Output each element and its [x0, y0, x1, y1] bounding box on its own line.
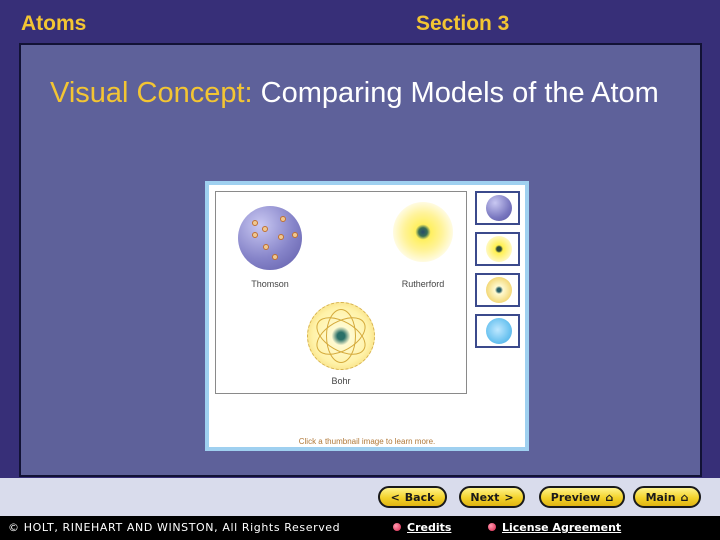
chevron-left-icon: < — [390, 490, 400, 504]
home-icon: ⌂ — [680, 490, 689, 504]
slide-panel: Visual Concept: Comparing Models of the … — [19, 43, 702, 477]
atom-models-viewer: Thomson Rutherford Bohr Click a thumbnai… — [205, 181, 529, 451]
hint-text: Click a thumbnail image to learn more. — [298, 437, 436, 446]
bullet-icon — [488, 523, 496, 531]
copyright-text: © HOLT, RINEHART AND WINSTON, All Rights… — [8, 521, 341, 534]
main-label: Main — [645, 490, 676, 504]
thumbnail-list — [475, 191, 521, 355]
license-label: License Agreement — [502, 521, 622, 534]
title-prefix: Visual Concept: — [50, 77, 253, 109]
rutherford-thumb-icon — [486, 236, 512, 262]
chapter-title: Atoms — [21, 12, 87, 35]
electron-cloud-thumb-icon — [486, 318, 512, 344]
section-title: Section 3 — [416, 12, 510, 35]
next-button[interactable]: Next > — [459, 486, 525, 508]
slide-title: Visual Concept: Comparing Models of the … — [50, 75, 680, 112]
thomson-thumb-icon — [486, 195, 512, 221]
rutherford-atom-icon — [393, 202, 453, 262]
thumbnail-rutherford[interactable] — [475, 232, 520, 266]
model-stage: Thomson Rutherford Bohr — [215, 191, 467, 394]
navigation-bar: < Back Next > Preview ⌂ Main ⌂ — [0, 478, 720, 516]
thomson-label: Thomson — [251, 279, 289, 289]
home-icon: ⌂ — [605, 490, 614, 504]
next-label: Next — [470, 490, 500, 504]
thumbnail-electron-cloud[interactable] — [475, 314, 520, 348]
chevron-right-icon: > — [504, 490, 514, 504]
main-button[interactable]: Main ⌂ — [633, 486, 701, 508]
bohr-thumb-icon — [486, 277, 512, 303]
thumbnail-bohr[interactable] — [475, 273, 520, 307]
footer: © HOLT, RINEHART AND WINSTON, All Rights… — [0, 516, 720, 540]
bullet-icon — [393, 523, 401, 531]
license-agreement-link[interactable]: License Agreement — [488, 521, 621, 534]
preview-label: Preview — [550, 490, 601, 504]
back-label: Back — [404, 490, 435, 504]
title-text: Comparing Models of the Atom — [260, 77, 659, 109]
back-button[interactable]: < Back — [378, 486, 447, 508]
credits-label: Credits — [407, 521, 452, 534]
thomson-atom-icon — [238, 206, 302, 270]
thumbnail-thomson[interactable] — [475, 191, 520, 225]
credits-link[interactable]: Credits — [393, 521, 451, 534]
bohr-label: Bohr — [331, 376, 351, 386]
bohr-atom-icon — [307, 302, 375, 370]
preview-button[interactable]: Preview ⌂ — [539, 486, 625, 508]
rutherford-label: Rutherford — [401, 279, 445, 289]
